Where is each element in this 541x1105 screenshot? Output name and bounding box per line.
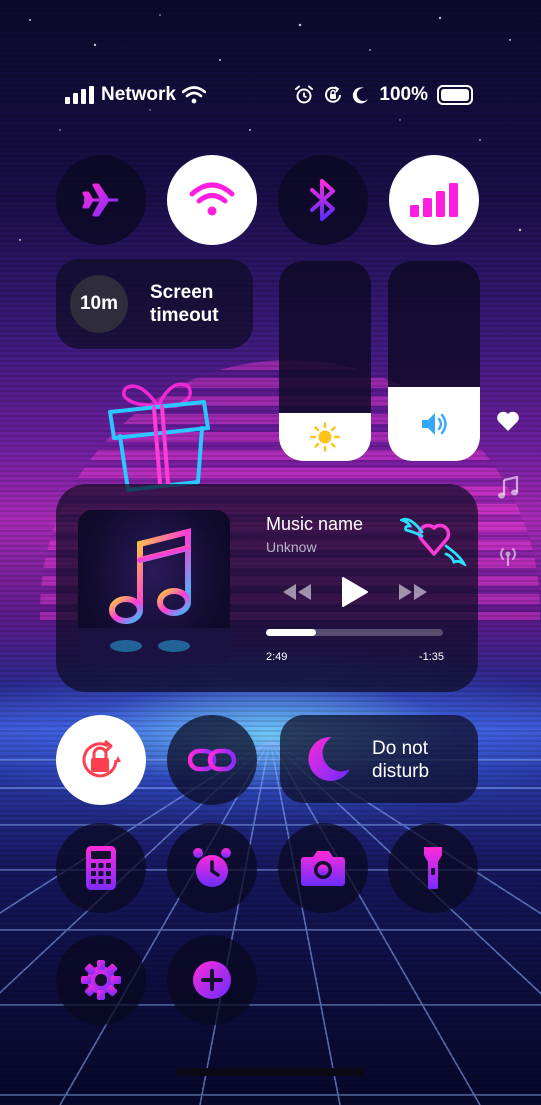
broadcast-icon[interactable] bbox=[496, 544, 520, 568]
status-bar: Network 100% bbox=[65, 82, 475, 108]
add-icon bbox=[193, 961, 231, 999]
playback-progress-fill bbox=[266, 629, 316, 636]
volume-fill bbox=[388, 387, 480, 461]
fast-forward-icon[interactable] bbox=[398, 583, 428, 601]
airplane-icon bbox=[82, 183, 118, 217]
sun-icon bbox=[310, 422, 340, 452]
music-note-icon[interactable] bbox=[497, 476, 519, 500]
signal-bars-icon bbox=[410, 183, 458, 217]
rotation-lock-icon bbox=[325, 86, 342, 103]
gift-decoration bbox=[108, 382, 210, 492]
link-toggle[interactable] bbox=[167, 715, 257, 805]
settings-shortcut[interactable] bbox=[56, 935, 146, 1025]
moon-icon bbox=[353, 87, 369, 104]
moon-icon bbox=[308, 736, 350, 781]
flashlight-icon bbox=[424, 847, 442, 889]
do-not-disturb-label: Do not disturb bbox=[372, 738, 430, 782]
rewind-icon[interactable] bbox=[282, 583, 312, 601]
elapsed-time: 2:49 bbox=[266, 651, 288, 663]
brightness-fill bbox=[279, 413, 371, 461]
winged-heart-decoration bbox=[400, 517, 467, 566]
track-title: Music name bbox=[266, 514, 364, 534]
play-icon[interactable] bbox=[341, 576, 369, 608]
alarm-clock-icon bbox=[193, 848, 231, 887]
battery-percent: 100% bbox=[379, 84, 428, 105]
calculator-icon bbox=[86, 846, 116, 890]
wifi-icon bbox=[181, 86, 206, 104]
timeout-label: Screen timeout bbox=[150, 282, 219, 326]
wifi-icon bbox=[189, 182, 235, 216]
link-icon bbox=[188, 748, 236, 772]
camera-shortcut[interactable] bbox=[278, 823, 368, 913]
alarm-clock-shortcut[interactable] bbox=[167, 823, 257, 913]
mobile-data-toggle[interactable] bbox=[389, 155, 479, 245]
playback-progress[interactable] bbox=[266, 629, 443, 636]
wifi-toggle[interactable] bbox=[167, 155, 257, 245]
rotation-lock-toggle[interactable] bbox=[56, 715, 146, 805]
screen-timeout-tile[interactable]: 10m Screen timeout bbox=[56, 259, 253, 349]
playback-controls bbox=[282, 574, 428, 610]
timeout-value: 10m bbox=[70, 275, 128, 333]
volume-slider[interactable] bbox=[388, 261, 480, 461]
remaining-time: -1:35 bbox=[418, 651, 444, 663]
track-artist: Unknow bbox=[266, 539, 317, 555]
neon-music-note-image bbox=[78, 528, 230, 664]
camera-icon bbox=[301, 851, 345, 886]
do-not-disturb-tile[interactable]: Do not disturb bbox=[280, 715, 478, 803]
carrier-name: Network bbox=[101, 84, 176, 105]
bluetooth-icon bbox=[310, 179, 335, 221]
media-player: Music name Unknow 2:49 -1:35 bbox=[56, 484, 478, 692]
brightness-slider[interactable] bbox=[279, 261, 371, 461]
alarm-icon bbox=[295, 85, 314, 104]
rotation-lock-icon bbox=[82, 739, 121, 778]
bluetooth-toggle[interactable] bbox=[278, 155, 368, 245]
home-indicator[interactable] bbox=[176, 1068, 364, 1076]
heart-icon[interactable] bbox=[496, 410, 520, 432]
settings-icon bbox=[81, 960, 121, 1000]
speaker-icon bbox=[422, 413, 447, 435]
flashlight-shortcut[interactable] bbox=[388, 823, 478, 913]
side-page-icons bbox=[494, 410, 522, 568]
calculator-shortcut[interactable] bbox=[56, 823, 146, 913]
add-shortcut[interactable] bbox=[167, 935, 257, 1025]
album-art bbox=[78, 510, 230, 664]
airplane-mode-toggle[interactable] bbox=[56, 155, 146, 245]
signal-bars-icon bbox=[65, 86, 94, 104]
battery-icon bbox=[437, 85, 473, 105]
